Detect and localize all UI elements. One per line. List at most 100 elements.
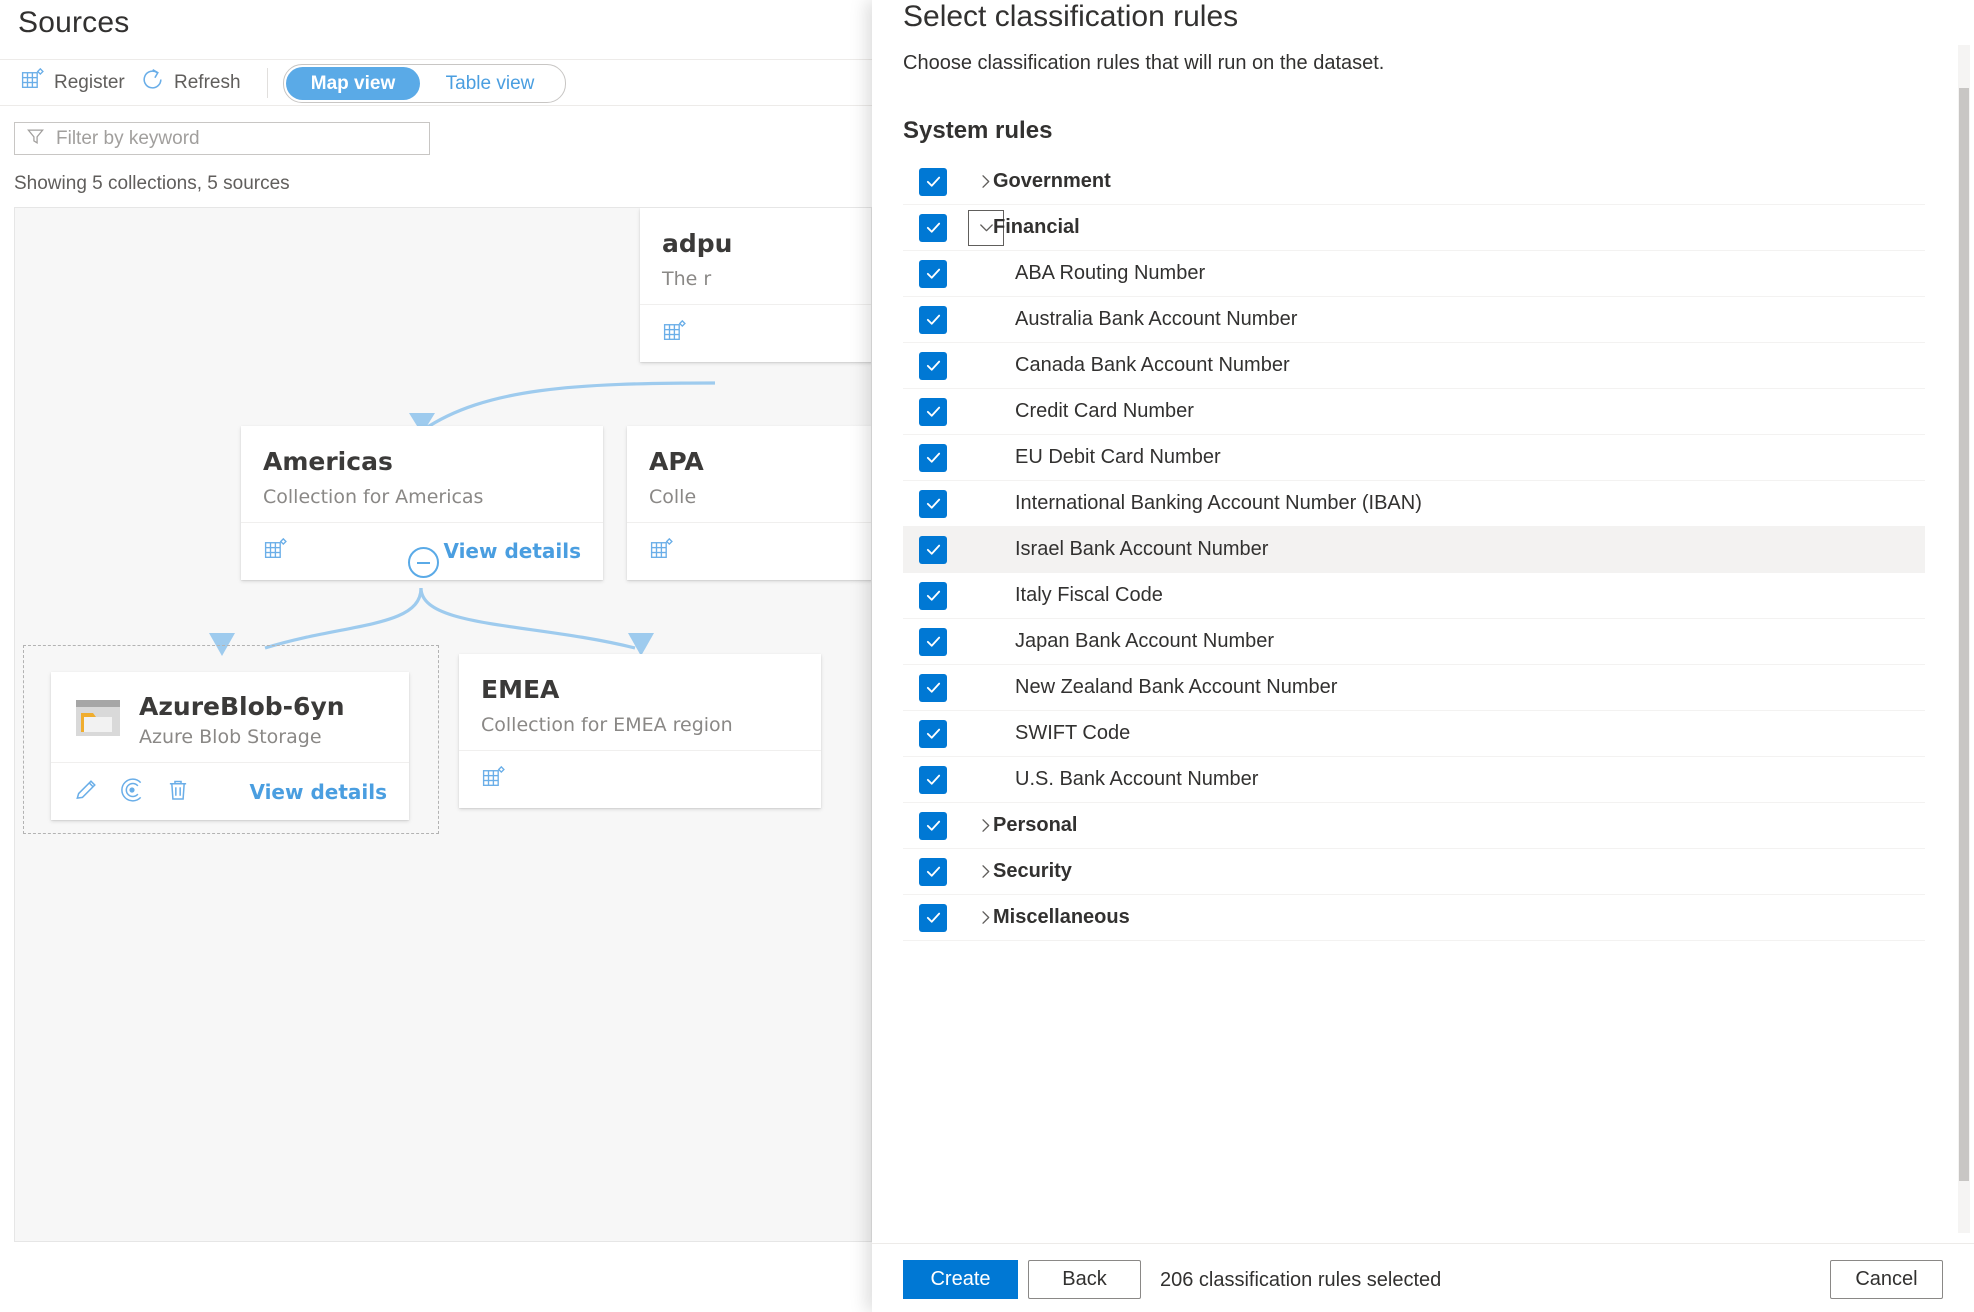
rule-checkbox[interactable] (919, 719, 947, 748)
card-subtitle: Colle (649, 485, 697, 508)
collection-grid-icon[interactable] (662, 319, 687, 348)
rule-row[interactable]: International Banking Account Number (IB… (903, 481, 1925, 527)
rule-label: Australia Bank Account Number (1015, 308, 1298, 330)
collections-map: adpu The r Americas Collection for Ameri… (14, 207, 872, 1242)
page-title: Sources (18, 6, 130, 39)
rule-checkbox[interactable] (919, 397, 947, 426)
collection-card-adpurview[interactable]: adpu The r (640, 208, 871, 362)
rule-row[interactable]: ABA Routing Number (903, 251, 1925, 297)
app-root: Sources Register Refresh Map view Table … (0, 0, 1974, 1312)
rule-checkbox[interactable] (919, 443, 947, 472)
rule-row[interactable]: Australia Bank Account Number (903, 297, 1925, 343)
create-button[interactable]: Create (903, 1260, 1018, 1299)
rule-checkbox[interactable] (919, 167, 947, 196)
view-toggle[interactable]: Map view Table view (283, 64, 566, 103)
rule-label: International Banking Account Number (IB… (1015, 492, 1422, 514)
card-footer (627, 521, 871, 580)
rule-checkbox[interactable] (919, 903, 947, 932)
panel-title: Select classification rules (903, 0, 1239, 33)
search-input[interactable]: Filter by keyword (14, 122, 430, 155)
rule-checkbox[interactable] (919, 259, 947, 288)
minus-bar (417, 561, 430, 564)
rule-checkbox[interactable] (919, 627, 947, 656)
source-title: AzureBlob-6yn (139, 692, 345, 721)
rule-checkbox[interactable] (919, 811, 947, 840)
tab-table-view[interactable]: Table view (420, 67, 560, 100)
sources-pane: Sources Register Refresh Map view Table … (0, 0, 872, 1312)
collection-grid-icon[interactable] (263, 537, 288, 566)
rule-label: EU Debit Card Number (1015, 446, 1221, 468)
card-body: APA Colle (627, 426, 871, 522)
sources-toolbar: Register Refresh Map view Table view (0, 59, 872, 106)
card-footer (459, 749, 821, 808)
results-count: Showing 5 collections, 5 sources (14, 173, 290, 194)
source-card-text: AzureBlob-6yn Azure Blob Storage (139, 692, 345, 748)
rule-row[interactable]: Miscellaneous (903, 895, 1925, 941)
card-actions (481, 765, 506, 794)
rule-label: Israel Bank Account Number (1015, 538, 1269, 560)
rule-row[interactable]: Italy Fiscal Code (903, 573, 1925, 619)
classification-rules-panel: Select classification rules Choose class… (872, 0, 1974, 1312)
rule-row[interactable]: Personal (903, 803, 1925, 849)
rule-row[interactable]: Japan Bank Account Number (903, 619, 1925, 665)
rule-checkbox[interactable] (919, 581, 947, 610)
rule-label: Italy Fiscal Code (1015, 584, 1163, 606)
rule-checkbox[interactable] (919, 535, 947, 564)
card-actions (662, 319, 687, 348)
card-actions (263, 537, 288, 566)
rule-row[interactable]: Security (903, 849, 1925, 895)
rule-row[interactable]: Canada Bank Account Number (903, 343, 1925, 389)
view-details-link[interactable]: View details (443, 539, 581, 563)
rule-checkbox[interactable] (919, 351, 947, 380)
azure-blob-folder-icon (73, 693, 123, 747)
collection-grid-icon[interactable] (649, 537, 674, 566)
rules-list: Government Financial ABA Routing Number Aus… (903, 159, 1925, 941)
rule-checkbox[interactable] (919, 765, 947, 794)
rule-checkbox[interactable] (919, 213, 947, 242)
rule-row[interactable]: SWIFT Code (903, 711, 1925, 757)
cancel-button[interactable]: Cancel (1830, 1260, 1943, 1299)
rule-checkbox[interactable] (919, 857, 947, 886)
rule-label: ABA Routing Number (1015, 262, 1206, 284)
source-card-azureblob[interactable]: AzureBlob-6yn Azure Blob Storage View de… (51, 672, 409, 820)
rule-label: U.S. Bank Account Number (1015, 768, 1259, 790)
card-footer (640, 303, 871, 362)
collapse-minus-icon[interactable] (408, 547, 439, 578)
refresh-icon (140, 67, 165, 98)
refresh-button[interactable]: Refresh (140, 60, 241, 105)
tab-map-view[interactable]: Map view (286, 67, 420, 100)
source-subtitle: Azure Blob Storage (139, 726, 322, 748)
view-details-link[interactable]: View details (249, 780, 387, 804)
rule-label: Security (993, 860, 1072, 882)
search-placeholder: Filter by keyword (56, 127, 200, 149)
rule-label: Miscellaneous (993, 906, 1130, 928)
panel-scrollbar-thumb[interactable] (1959, 88, 1969, 1181)
scan-radar-icon[interactable] (119, 777, 145, 807)
rule-label: New Zealand Bank Account Number (1015, 676, 1338, 698)
selected-count-status: 206 classification rules selected (1160, 1269, 1442, 1291)
collection-card-emea[interactable]: EMEA Collection for EMEA region (459, 654, 821, 808)
rule-row[interactable]: Government (903, 159, 1925, 205)
card-body: EMEA Collection for EMEA region (459, 654, 821, 750)
collection-card-apac[interactable]: APA Colle (627, 426, 871, 580)
rule-row[interactable]: Credit Card Number (903, 389, 1925, 435)
card-title: adpu (662, 229, 733, 258)
card-title: EMEA (481, 675, 560, 704)
register-grid-icon (20, 67, 45, 98)
card-body: adpu The r (640, 208, 871, 304)
rule-row[interactable]: New Zealand Bank Account Number (903, 665, 1925, 711)
back-button[interactable]: Back (1028, 1260, 1141, 1299)
delete-trash-icon[interactable] (165, 777, 191, 807)
rule-row[interactable]: U.S. Bank Account Number (903, 757, 1925, 803)
card-body: AzureBlob-6yn Azure Blob Storage (51, 672, 409, 762)
rule-row[interactable]: Financial (903, 205, 1925, 251)
rule-checkbox[interactable] (919, 673, 947, 702)
rule-row[interactable]: Israel Bank Account Number (903, 527, 1925, 573)
panel-description: Choose classification rules that will ru… (903, 52, 1385, 74)
register-button[interactable]: Register (20, 60, 125, 105)
rule-checkbox[interactable] (919, 305, 947, 334)
collection-grid-icon[interactable] (481, 765, 506, 794)
edit-pencil-icon[interactable] (73, 777, 99, 807)
rule-checkbox[interactable] (919, 489, 947, 518)
rule-row[interactable]: EU Debit Card Number (903, 435, 1925, 481)
